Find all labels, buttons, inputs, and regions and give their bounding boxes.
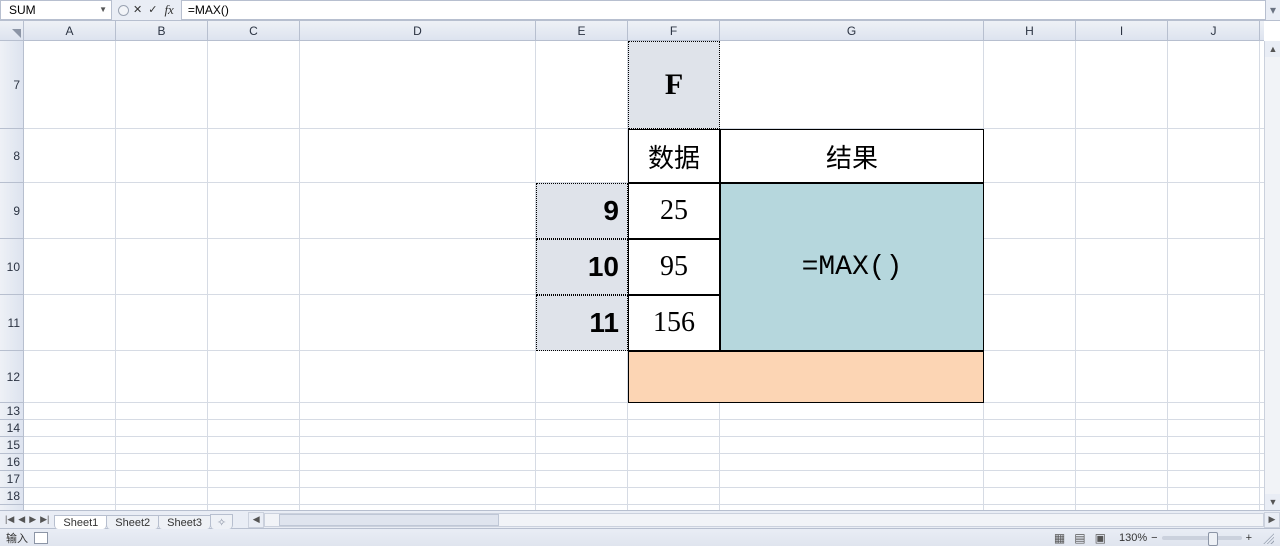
column-header-f[interactable]: F <box>628 21 720 40</box>
tab-nav-first[interactable]: |◀ <box>4 514 15 525</box>
column-header-c[interactable]: C <box>208 21 300 40</box>
overlay-cell-f9[interactable]: 25 <box>628 183 720 239</box>
row-header-11[interactable]: 11 <box>0 295 23 351</box>
column-header-e[interactable]: E <box>536 21 628 40</box>
sheet-tab-2[interactable]: Sheet2 <box>106 515 159 529</box>
vertical-scrollbar[interactable]: ▲ ▼ <box>1264 41 1280 510</box>
view-pagebreak-icon[interactable]: ▣ <box>1092 531 1109 545</box>
column-header-j[interactable]: J <box>1168 21 1260 40</box>
formula-bar-input[interactable]: =MAX() <box>181 0 1266 20</box>
tab-nav-last[interactable]: ▶| <box>39 514 50 525</box>
overlay-row-label-1: 9 <box>536 183 628 239</box>
zoom-slider[interactable] <box>1162 536 1242 540</box>
formula-bar-buttons: ✕ ✓ fx <box>114 0 181 20</box>
enter-button[interactable]: ✓ <box>146 3 159 17</box>
column-header-a[interactable]: A <box>24 21 116 40</box>
resize-grip-icon[interactable] <box>1262 532 1274 544</box>
overlay-row-label-3: 11 <box>536 295 628 351</box>
scroll-up-button[interactable]: ▲ <box>1265 41 1280 57</box>
sheet-tabs-row: |◀ ◀ ▶ ▶| Sheet1 Sheet2 Sheet3 ✧ ◀ ▶ <box>0 510 1280 528</box>
horizontal-scrollbar[interactable]: ◀ ▶ <box>248 511 1280 528</box>
overlay-row-12-strip[interactable] <box>628 351 984 403</box>
row-header-16[interactable]: 16 <box>0 454 23 471</box>
sheet-tab-3[interactable]: Sheet3 <box>158 515 211 529</box>
view-normal-icon[interactable]: ▦ <box>1051 531 1068 545</box>
column-header-d[interactable]: D <box>300 21 536 40</box>
hscroll-right-button[interactable]: ▶ <box>1264 512 1280 528</box>
view-pagelayout-icon[interactable]: ▤ <box>1071 531 1088 545</box>
column-header-g[interactable]: G <box>720 21 984 40</box>
macro-record-icon[interactable] <box>34 532 48 544</box>
formula-bar-expand-icon[interactable]: ▾ <box>1266 0 1280 20</box>
row-header-18[interactable]: 18 <box>0 488 23 505</box>
trace-icon[interactable] <box>118 5 129 16</box>
new-sheet-tab-button[interactable]: ✧ <box>210 514 233 529</box>
name-box-value: SUM <box>9 3 95 17</box>
row-header-12[interactable]: 12 <box>0 351 23 403</box>
tab-nav-prev[interactable]: ◀ <box>17 514 26 525</box>
status-mode-label: 输入 <box>6 530 28 546</box>
cancel-button[interactable]: ✕ <box>131 3 144 17</box>
overlay-data-header: 数据 <box>628 129 720 183</box>
row-header-8[interactable]: 8 <box>0 129 23 183</box>
overlay-row-label-2: 10 <box>536 239 628 295</box>
sheet-tab-1[interactable]: Sheet1 <box>54 515 107 529</box>
insert-function-button[interactable]: fx <box>161 2 176 18</box>
top-bars: SUM ▼ ✕ ✓ fx =MAX() ▾ <box>0 0 1280 21</box>
row-header-15[interactable]: 15 <box>0 437 23 454</box>
hscroll-left-button[interactable]: ◀ <box>248 512 264 528</box>
zoom-level-label[interactable]: 130% <box>1119 532 1147 544</box>
row-headers[interactable]: 789101112131415161718 <box>0 41 24 510</box>
spreadsheet-grid[interactable]: ABCDEFGHIJ 789101112131415161718 F 数据 结果… <box>0 21 1280 510</box>
column-headers[interactable]: ABCDEFGHIJ <box>24 21 1264 41</box>
column-header-b[interactable]: B <box>116 21 208 40</box>
row-header-9[interactable]: 9 <box>0 183 23 239</box>
column-header-i[interactable]: I <box>1076 21 1168 40</box>
formula-bar-row: SUM ▼ ✕ ✓ fx =MAX() ▾ <box>0 0 1280 20</box>
select-all-corner[interactable] <box>0 21 24 41</box>
overlay-cell-f11[interactable]: 156 <box>628 295 720 351</box>
name-box[interactable]: SUM ▼ <box>0 0 112 20</box>
tab-nav-next[interactable]: ▶ <box>28 514 37 525</box>
row-header-7[interactable]: 7 <box>0 41 23 129</box>
row-header-14[interactable]: 14 <box>0 420 23 437</box>
zoom-in-button[interactable]: + <box>1246 532 1252 544</box>
status-bar: 输入 ▦ ▤ ▣ 130% − + <box>0 528 1280 546</box>
name-box-dropdown-icon[interactable]: ▼ <box>95 6 107 14</box>
row-header-10[interactable]: 10 <box>0 239 23 295</box>
view-buttons: ▦ ▤ ▣ <box>1051 531 1109 545</box>
overlay-column-letter: F <box>628 41 720 129</box>
cell-layer: F 数据 结果 9 10 11 25 95 156 =MAX() <box>24 41 1264 510</box>
hscroll-thumb[interactable] <box>279 514 499 526</box>
overlay-cell-g-merged[interactable]: =MAX() <box>720 183 984 351</box>
sheet-tab-nav: |◀ ◀ ▶ ▶| <box>0 511 54 528</box>
zoom-control: 130% − + <box>1119 532 1252 544</box>
sheet-tabs: Sheet1 Sheet2 Sheet3 ✧ <box>54 511 232 528</box>
column-header-h[interactable]: H <box>984 21 1076 40</box>
scroll-down-button[interactable]: ▼ <box>1265 494 1280 510</box>
overlay-result-header: 结果 <box>720 129 984 183</box>
row-header-17[interactable]: 17 <box>0 471 23 488</box>
row-header-13[interactable]: 13 <box>0 403 23 420</box>
zoom-out-button[interactable]: − <box>1151 532 1157 544</box>
overlay-cell-f10[interactable]: 95 <box>628 239 720 295</box>
hscroll-track[interactable] <box>264 513 1264 527</box>
